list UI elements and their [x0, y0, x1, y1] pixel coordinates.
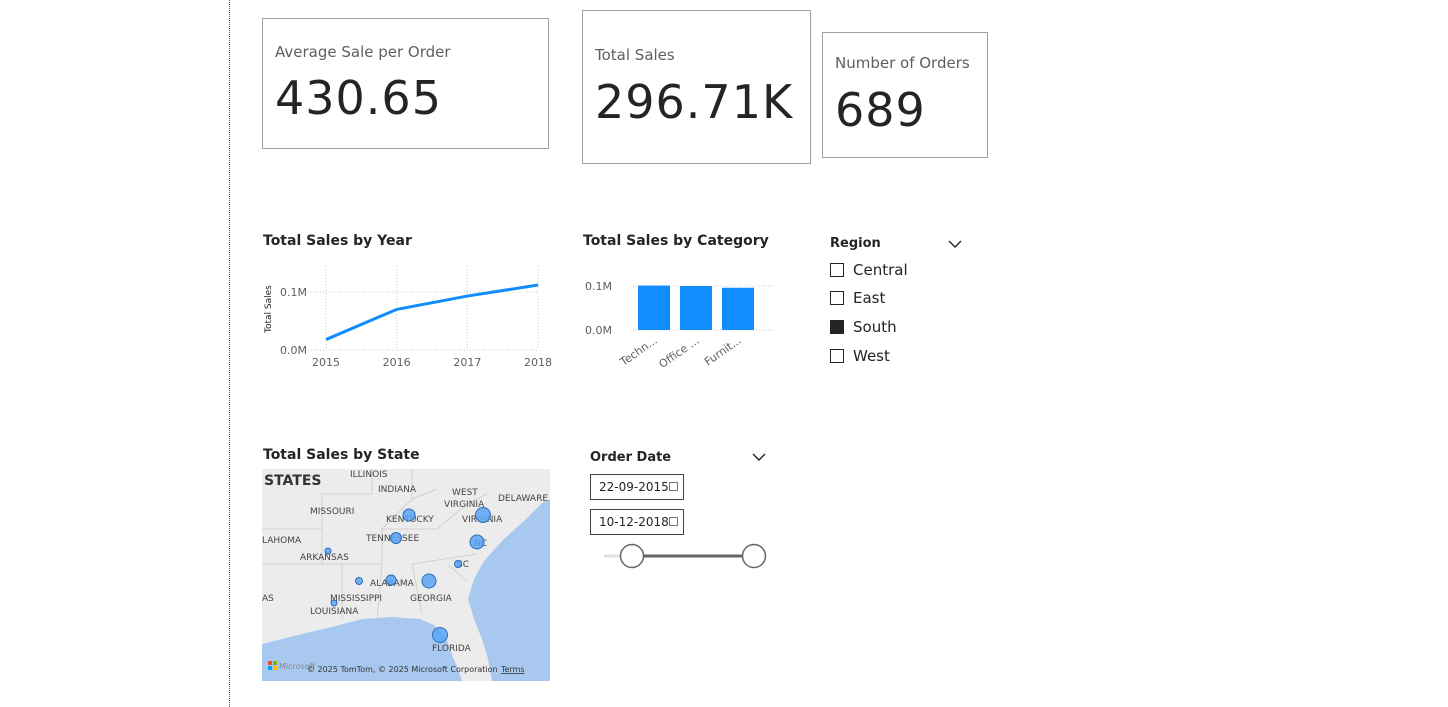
- date-slider-start-handle[interactable]: [619, 543, 645, 569]
- region-label-central: Central: [853, 261, 908, 279]
- cat-ytick-bottom: 0.0M: [585, 324, 612, 337]
- num-orders-value: 689: [835, 83, 926, 137]
- map-label-illinois: ILLINOIS: [350, 470, 388, 480]
- map-bubble-kentucky[interactable]: [402, 508, 416, 522]
- year-xtick-label: 2018: [524, 356, 552, 369]
- map-bubble-nc[interactable]: [469, 534, 485, 550]
- total-sales-label: Total Sales: [595, 46, 675, 64]
- region-chevron-down-icon[interactable]: [947, 239, 963, 249]
- year-line-chart[interactable]: Total Sales 0.1M 0.0M 2015 2016 2017 2018: [258, 258, 558, 373]
- category-bar-chart[interactable]: 0.1M 0.0M Techn...Office ... Furnit...: [580, 258, 780, 373]
- region-checkbox-central[interactable]: [830, 263, 844, 277]
- region-checkbox-east[interactable]: [830, 291, 844, 305]
- region-checkbox-south[interactable]: [830, 320, 844, 334]
- map-label-florida: FLORIDA: [432, 644, 472, 654]
- avg-sale-value: 430.65: [275, 71, 442, 125]
- year-xtick-label: 2015: [312, 356, 340, 369]
- category-xtick-label: Techn...: [617, 334, 660, 369]
- region-item-central[interactable]: Central: [830, 260, 908, 280]
- region-slicer-title: Region: [830, 236, 881, 251]
- map-label-as: AS: [262, 594, 274, 604]
- map-terms-link[interactable]: Terms: [500, 665, 525, 674]
- region-label-west: West: [853, 347, 890, 365]
- map-label-georgia: GEORGIA: [410, 594, 453, 604]
- date-end-value: 10-12-2018: [599, 515, 669, 529]
- region-item-south[interactable]: South: [830, 317, 897, 337]
- map-label-mississippi: MISSISSIPPI: [330, 594, 382, 604]
- date-end-input[interactable]: 10-12-2018: [590, 509, 684, 535]
- year-ytick-top: 0.1M: [280, 286, 307, 299]
- map-bubble-louisiana[interactable]: [330, 599, 338, 607]
- date-chevron-down-icon[interactable]: [751, 452, 767, 462]
- map-bubble-arkansas[interactable]: [324, 547, 332, 555]
- avg-sale-label: Average Sale per Order: [275, 43, 451, 61]
- cat-ytick-top: 0.1M: [585, 280, 612, 293]
- map-title: Total Sales by State: [263, 447, 420, 463]
- date-slicer-title: Order Date: [590, 450, 672, 465]
- category-bar: [638, 285, 670, 330]
- region-label-east: East: [853, 289, 886, 307]
- map-bubble-sc[interactable]: [454, 560, 462, 568]
- num-orders-card[interactable]: Number of Orders 689: [822, 32, 988, 158]
- map-label-arkansas: ARKANSAS: [300, 553, 349, 563]
- category-bar: [680, 286, 712, 330]
- page-guide-line: [229, 0, 230, 707]
- calendar-icon[interactable]: [669, 482, 678, 491]
- map-attribution: © 2025 TomTom, © 2025 Microsoft Corporat…: [307, 665, 498, 674]
- map-label-louisiana: LOUISIANA: [310, 607, 359, 617]
- date-start-input[interactable]: 22-09-2015: [590, 474, 684, 500]
- map-bubble-mississippi[interactable]: [355, 577, 363, 585]
- map-bubble-georgia[interactable]: [421, 573, 437, 589]
- map-bubble-alabama[interactable]: [385, 574, 397, 586]
- category-chart-title: Total Sales by Category: [583, 233, 769, 249]
- region-label-south: South: [853, 318, 897, 336]
- map-bubble-tennessee[interactable]: [390, 532, 402, 544]
- total-sales-card[interactable]: Total Sales 296.71K: [582, 10, 811, 164]
- num-orders-label: Number of Orders: [835, 54, 970, 72]
- category-bar: [722, 287, 754, 330]
- map-label-lahoma: LAHOMA: [262, 536, 302, 546]
- map-label-west: WEST: [452, 488, 478, 498]
- map-label-delaware: DELAWARE: [498, 494, 548, 504]
- region-item-west[interactable]: West: [830, 346, 890, 366]
- region-checkbox-west[interactable]: [830, 349, 844, 363]
- map-bubble-florida[interactable]: [432, 627, 448, 643]
- date-range-slider[interactable]: [598, 540, 773, 572]
- year-series-line: [325, 283, 539, 341]
- year-ylabel: Total Sales: [264, 285, 274, 334]
- date-slider-end-handle[interactable]: [741, 543, 767, 569]
- map-label-indiana: INDIANA: [378, 485, 417, 495]
- sales-by-state-map[interactable]: STATES ILLINOIS INDIANA WEST VIRGINIA DE…: [262, 469, 550, 681]
- year-xtick-label: 2016: [383, 356, 411, 369]
- category-xtick-label: Office ...: [656, 334, 701, 371]
- date-start-value: 22-09-2015: [599, 480, 669, 494]
- total-sales-value: 296.71K: [595, 75, 794, 129]
- year-xtick-label: 2017: [453, 356, 481, 369]
- map-label-states: STATES: [264, 473, 322, 489]
- calendar-icon[interactable]: [669, 517, 678, 526]
- map-bubble-virginia[interactable]: [475, 507, 491, 523]
- avg-sale-card[interactable]: Average Sale per Order 430.65: [262, 18, 549, 149]
- year-chart-title: Total Sales by Year: [263, 233, 412, 249]
- map-label-missouri: MISSOURI: [310, 507, 354, 517]
- category-xtick-label: Furnit...: [702, 334, 744, 369]
- region-item-east[interactable]: East: [830, 288, 885, 308]
- year-ytick-bottom: 0.0M: [280, 344, 307, 357]
